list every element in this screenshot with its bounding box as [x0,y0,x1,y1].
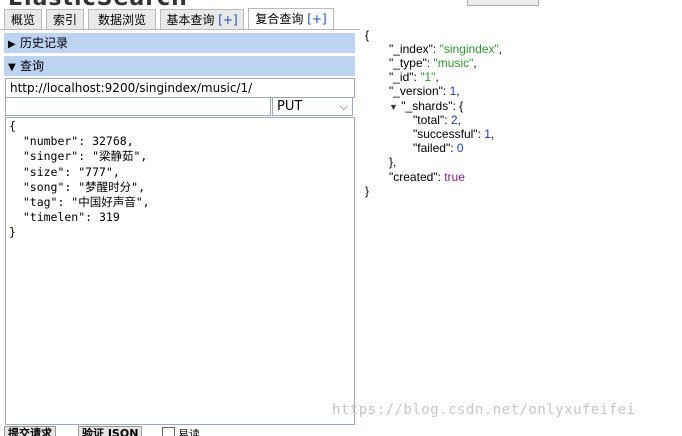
json-line-shards[interactable]: ▼ "_shards": { [389,99,463,114]
submit-request-button[interactable]: 提交请求 [4,426,56,436]
json-close-brace: } [365,184,370,198]
tab-indices[interactable]: 索引 [46,9,84,29]
body-line: "tag": "中国好声音", [9,195,150,210]
app-title: ElasticSearch [8,0,188,8]
body-line: } [9,225,16,240]
body-line: { [9,119,16,133]
body-line: "number": 32768, [9,134,134,149]
tab-divider [0,29,360,30]
tab-label: 索引 [52,13,77,27]
tab-label: 基本查询 [166,13,219,27]
body-line: "size": "777", [9,164,120,179]
method-select[interactable]: PUT ⌵ [272,97,353,116]
json-line-version: "_version": 1, [389,84,460,98]
tab-data-browser[interactable]: 数据浏览 [88,9,156,29]
method-value: PUT [277,99,303,114]
query-label: 查询 [20,59,45,73]
json-line-created: "created": true [389,170,465,184]
tab-plus: [+] [307,12,327,26]
body-line: "singer": "梁静茹", [9,149,148,164]
tab-overview[interactable]: 概览 [4,9,42,29]
history-label: 历史记录 [20,36,69,50]
json-shards-close: }, [389,155,397,169]
collapse-triangle-icon: ▼ [389,102,398,112]
header-control[interactable] [467,0,539,6]
bottom-button-row: 提交请求 验证 JSON 易读 [4,424,356,436]
json-line-successful: "successful": 1, [413,127,495,141]
body-line: "timelen": 319 [9,210,120,225]
tab-label: 数据浏览 [97,13,146,27]
json-line-id: "_id": "1", [389,70,439,84]
json-line-total: "total": 2, [413,113,461,127]
tab-label: 概览 [10,13,35,27]
tab-compound-query[interactable]: 复合查询 [+] [248,8,334,30]
request-body-editor[interactable]: { "number": 32768, "singer": "梁静茹", "siz… [5,117,355,425]
triangle-right-icon: ▶ [8,39,16,50]
body-line: "song": "梦醒时分", [9,179,146,194]
json-line-failed: "failed": 0 [413,141,464,155]
history-section-header[interactable]: ▶ 历史记录 [4,33,355,53]
query-section-header[interactable]: ▼ 查询 [4,56,355,76]
method-row: PUT ⌵ [5,97,355,117]
tab-basic-query[interactable]: 基本查询 [+] [160,9,244,29]
app-header-cropped: ElasticSearch [0,0,682,8]
pretty-checkbox-label: 易读 [178,428,200,436]
tab-label: 复合查询 [255,12,308,26]
tab-bar: 概览 索引 数据浏览 基本查询 [+] 复合查询 [+] [0,8,682,30]
url-input[interactable]: http://localhost:9200/singindex/music/1/ [5,78,355,98]
chevron-down-icon: ⌵ [339,100,348,113]
triangle-down-icon: ▼ [8,62,16,73]
json-line-type: "_type": "music", [389,56,477,70]
validate-json-button[interactable]: 验证 JSON [78,426,143,436]
result-panel: { "_index": "singindex", "_type": "music… [362,28,680,428]
json-open-brace: { [365,28,370,42]
path-input[interactable] [5,97,271,116]
json-line-index: "_index": "singindex", [389,42,503,56]
tab-plus: [+] [218,13,238,27]
watermark-text: https://blog.csdn.net/onlyxufeifei [332,402,636,418]
query-panel: ▶ 历史记录 ▼ 查询 http://localhost:9200/singinde… [4,33,356,436]
